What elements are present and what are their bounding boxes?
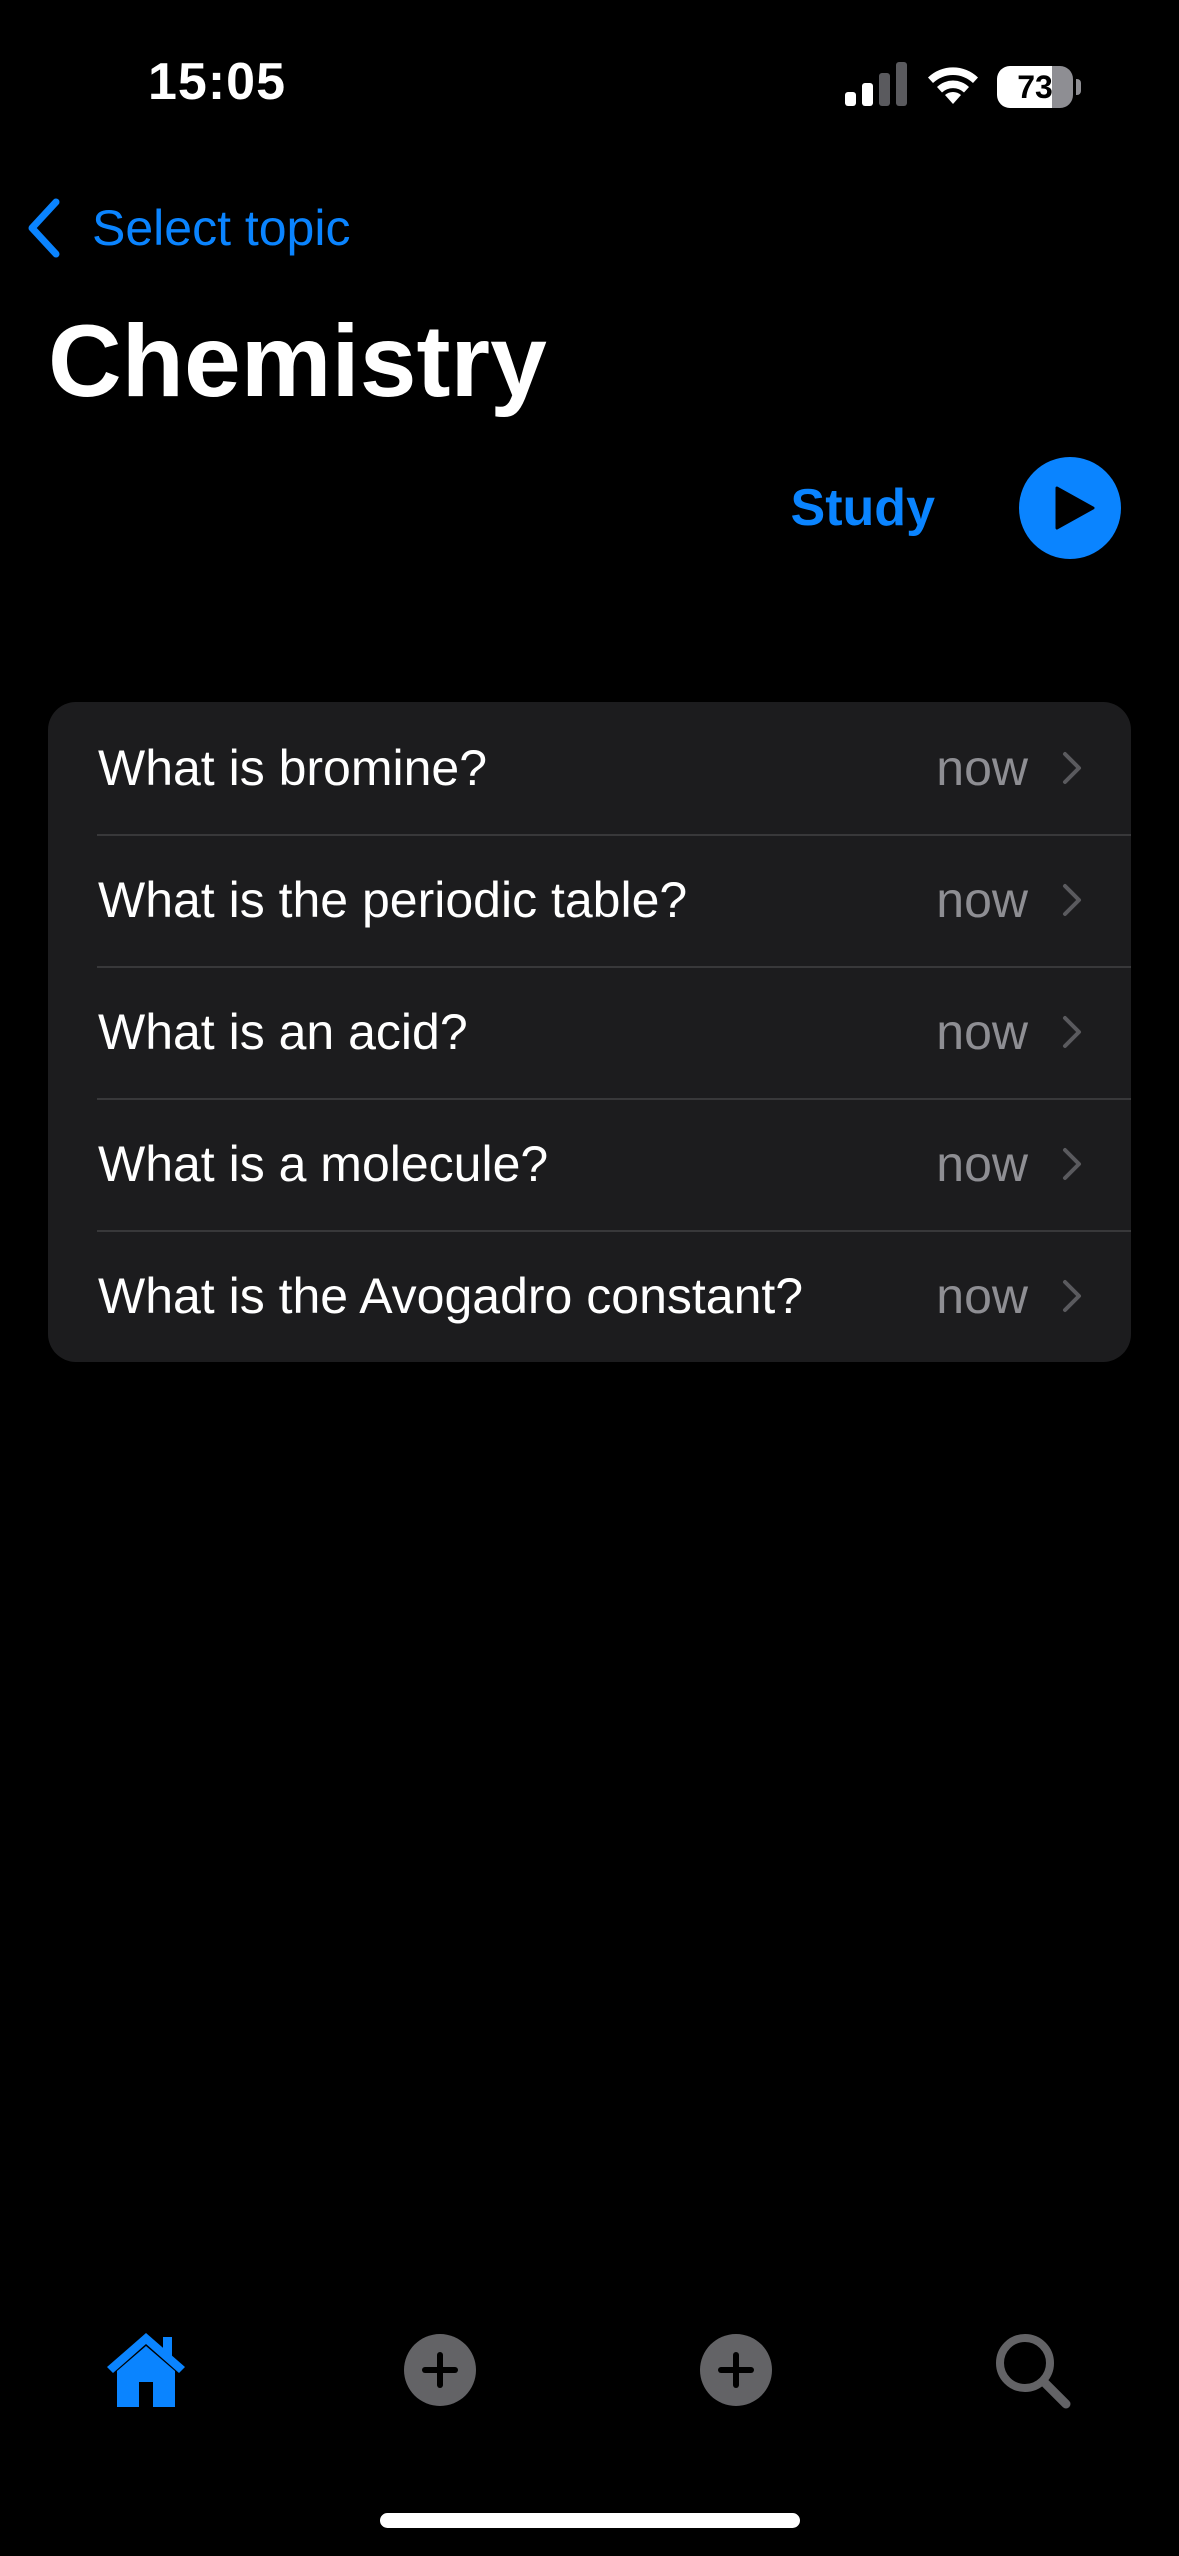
question-text: What is an acid? [98,1004,468,1060]
plus-circle-icon [404,2334,476,2406]
chevron-right-icon [1063,1016,1081,1048]
question-due: now [936,740,1028,796]
play-button[interactable] [1019,457,1121,559]
list-item[interactable]: What is an acid? now [48,966,1131,1098]
question-due: now [936,1004,1028,1060]
list-item[interactable]: What is bromine? now [48,702,1131,834]
list-item[interactable]: What is the Avogadro constant? now [48,1230,1131,1362]
chevron-left-icon [28,198,60,258]
tab-search[interactable] [982,2320,1082,2420]
play-icon [1055,486,1095,530]
tab-add-first[interactable] [390,2320,490,2420]
wifi-icon [928,67,978,104]
battery-level: 73 [1017,69,1053,105]
question-text: What is the Avogadro constant? [98,1268,804,1324]
tab-bar [0,2300,1179,2430]
question-text: What is bromine? [98,740,488,796]
chevron-right-icon [1063,1280,1081,1312]
home-indicator [380,2513,800,2528]
question-text: What is a molecule? [98,1136,549,1192]
page-title: Chemistry [48,304,547,418]
study-button[interactable]: Study [791,478,935,538]
chevron-right-icon [1063,1148,1081,1180]
chevron-right-icon [1063,752,1081,784]
chevron-right-icon [1063,884,1081,916]
status-bar: 15:05 73 [0,0,1179,170]
back-button[interactable]: Select topic [22,190,350,266]
tab-home[interactable] [96,2320,196,2420]
tab-add-second[interactable] [686,2320,786,2420]
question-due: now [936,1268,1028,1324]
cellular-signal-icon [845,62,907,106]
back-button-label: Select topic [92,200,351,256]
question-due: now [936,872,1028,928]
question-list: What is bromine? now What is the periodi… [48,702,1131,1362]
search-icon [996,2334,1071,2409]
study-row: Study [791,456,1121,560]
battery-icon: 73 [997,66,1081,108]
status-time: 15:05 [148,53,286,111]
list-item[interactable]: What is a molecule? now [48,1098,1131,1230]
question-due: now [936,1136,1028,1192]
list-item[interactable]: What is the periodic table? now [48,834,1131,966]
question-text: What is the periodic table? [98,872,688,928]
home-icon [107,2333,185,2407]
plus-circle-icon [700,2334,772,2406]
